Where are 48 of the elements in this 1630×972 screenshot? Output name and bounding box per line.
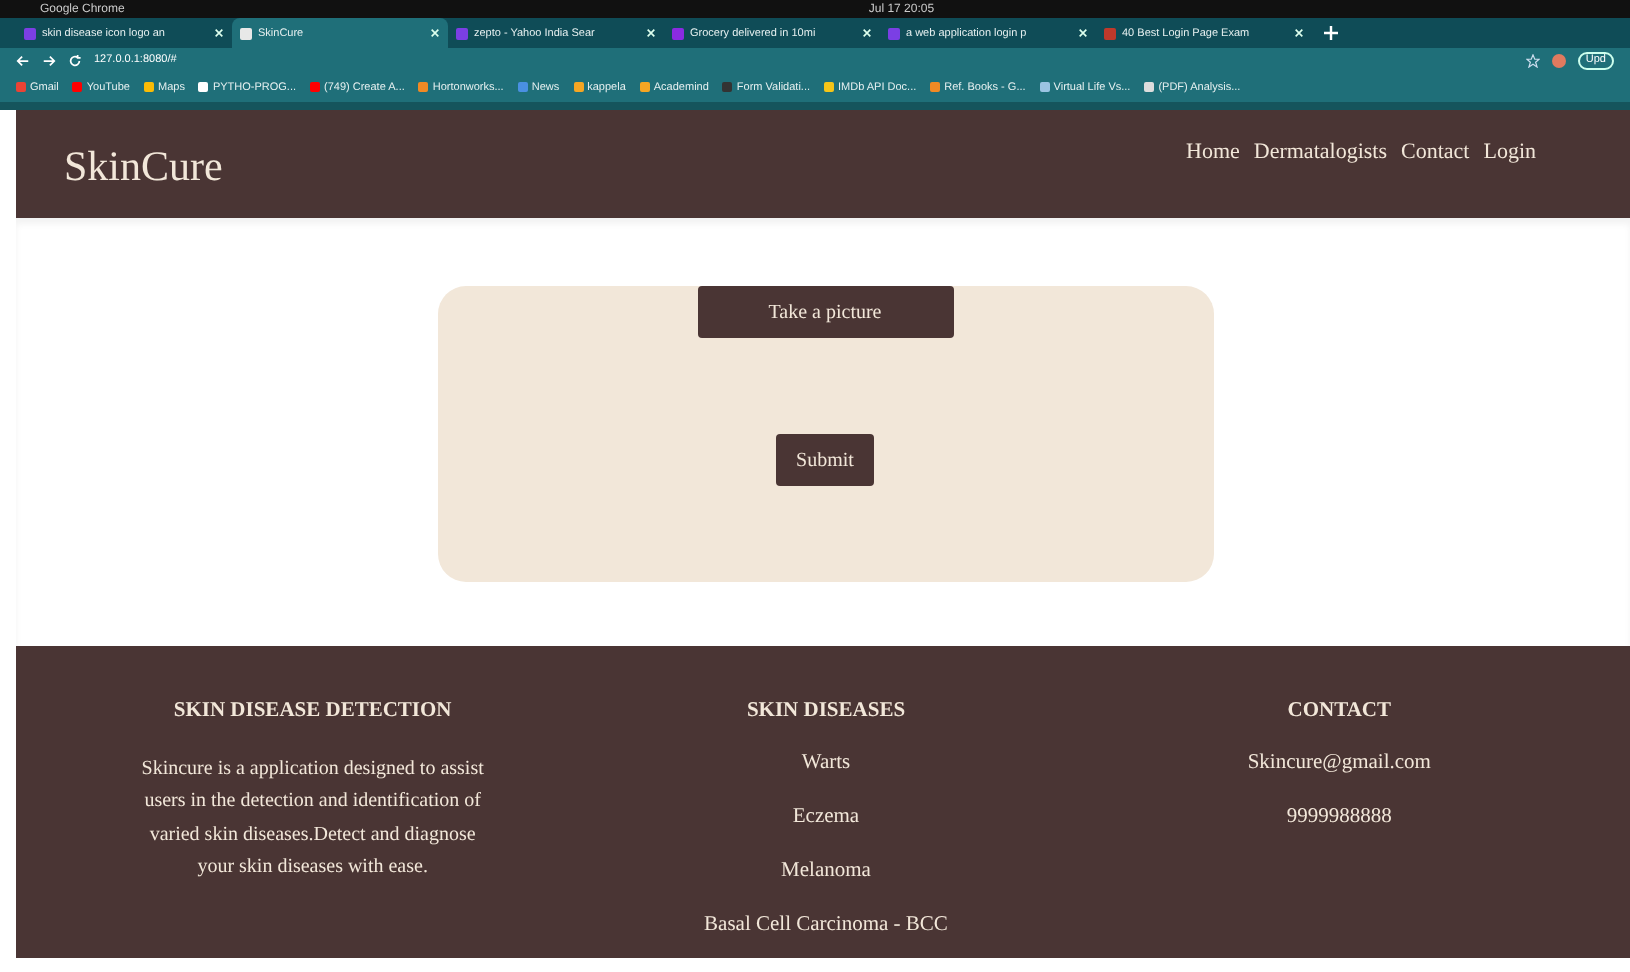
- submit-button[interactable]: Submit: [776, 434, 874, 486]
- bookmark-icon: [198, 82, 209, 92]
- bookmark-icon: [310, 82, 321, 92]
- favicon-icon: [240, 27, 252, 39]
- favicon-icon: [888, 27, 900, 39]
- site-logo[interactable]: SkinCure: [64, 141, 223, 191]
- close-icon[interactable]: [1294, 28, 1304, 38]
- bookmark-icon: [573, 82, 584, 92]
- bookmark-icon: [144, 82, 154, 92]
- bookmark-icon: [72, 82, 83, 92]
- star-icon[interactable]: [1525, 53, 1540, 67]
- close-icon[interactable]: [214, 28, 224, 38]
- bookmark-icon: [418, 82, 429, 92]
- footer-link[interactable]: Melanoma: [781, 860, 871, 884]
- favicon-icon: [456, 27, 468, 39]
- close-icon[interactable]: [646, 28, 656, 38]
- footer-link[interactable]: Basal Cell Carcinoma - BCC: [704, 914, 948, 938]
- nav-link[interactable]: Login: [1483, 140, 1536, 164]
- footer-heading: SKIN DISEASES: [746, 700, 906, 722]
- bookmark-icon: [1039, 82, 1050, 92]
- bookmark-icon: [517, 82, 528, 92]
- new-tab-icon[interactable]: [1324, 26, 1338, 40]
- bookmark-icon: [930, 82, 941, 92]
- back-icon[interactable]: [16, 53, 30, 67]
- footer-link[interactable]: Eczema: [792, 806, 860, 830]
- bookmark-icon: [1144, 82, 1155, 92]
- favicon-icon: [24, 27, 36, 39]
- close-icon[interactable]: [430, 28, 440, 38]
- bookmark-icon: [722, 82, 733, 92]
- footer-description: Skincure is a application designed to assist users in the detection and identification of varied skin diseases.Detect and diagnose your skin diseases with ease.: [140, 756, 485, 882]
- nav-link[interactable]: Contact: [1401, 140, 1470, 164]
- contact-info: 9999988888: [1286, 806, 1392, 830]
- bookmark-icon: [824, 82, 834, 92]
- footer-heading: SKIN DISEASE DETECTION: [173, 700, 452, 722]
- bookmark-icon: [639, 82, 650, 92]
- footer-link[interactable]: Warts: [801, 752, 851, 776]
- take-picture-button[interactable]: Take a picture: [697, 286, 953, 338]
- contact-info: Skincure@gmail.com: [1247, 752, 1431, 776]
- footer-heading: CONTACT: [1287, 700, 1392, 722]
- favicon-icon: [672, 27, 684, 39]
- favicon-icon: [1104, 27, 1116, 39]
- nav-link[interactable]: Dermatalogists: [1253, 140, 1387, 164]
- nav-link[interactable]: Home: [1186, 140, 1240, 164]
- bookmark-icon: [16, 82, 26, 92]
- forward-icon[interactable]: [42, 53, 56, 67]
- close-icon[interactable]: [862, 28, 872, 38]
- close-icon[interactable]: [1078, 28, 1088, 38]
- reload-icon[interactable]: [68, 53, 82, 67]
